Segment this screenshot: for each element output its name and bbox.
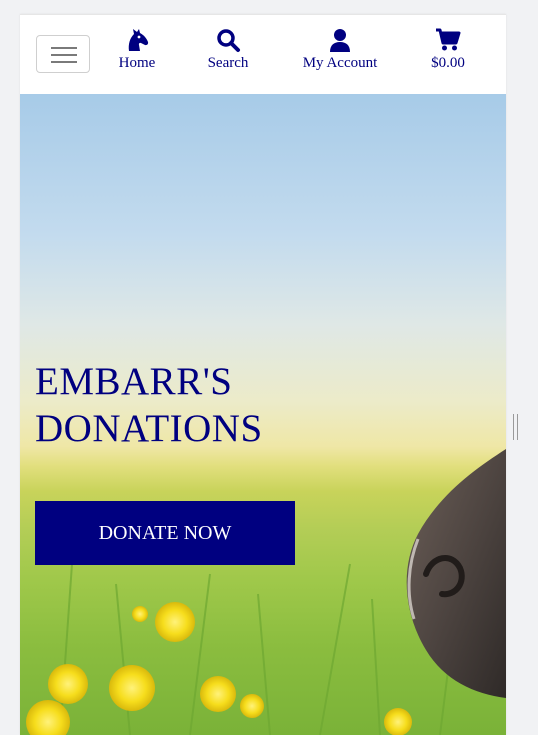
user-icon — [330, 29, 350, 52]
shopping-cart-icon — [436, 28, 461, 51]
search-icon — [217, 29, 240, 52]
nav-my-account-link[interactable]: My Account — [300, 27, 380, 72]
nav-my-account-label: My Account — [302, 55, 378, 71]
nav-search-label: Search — [207, 55, 249, 71]
hero-banner: EMBARR'S DONATIONS DONATE NOW — [20, 94, 506, 735]
hero-title: EMBARR'S DONATIONS — [35, 358, 263, 452]
nav-cart-total: $0.00 — [431, 55, 465, 71]
horse-head-icon — [128, 29, 149, 51]
nav-search-link[interactable]: Search — [206, 27, 250, 72]
hamburger-icon-bar-2 — [51, 54, 77, 56]
donate-now-button[interactable]: DONATE NOW — [35, 501, 295, 565]
nav-home-link[interactable]: Home — [116, 27, 158, 72]
nav-cart-link[interactable]: $0.00 — [428, 27, 468, 72]
hamburger-icon-bar-3 — [51, 61, 77, 63]
hero-title-line-1: EMBARR'S — [35, 360, 233, 403]
resize-handle[interactable] — [513, 414, 518, 440]
navbar: Home Search My Account $0.00 — [20, 14, 506, 95]
page-frame: Home Search My Account $0.00 EMBARR'S DO… — [20, 14, 506, 735]
nav-home-label: Home — [118, 55, 156, 71]
hero-title-line-2: DONATIONS — [35, 407, 263, 450]
menu-toggle-button[interactable] — [36, 35, 90, 73]
hamburger-icon — [51, 47, 77, 49]
